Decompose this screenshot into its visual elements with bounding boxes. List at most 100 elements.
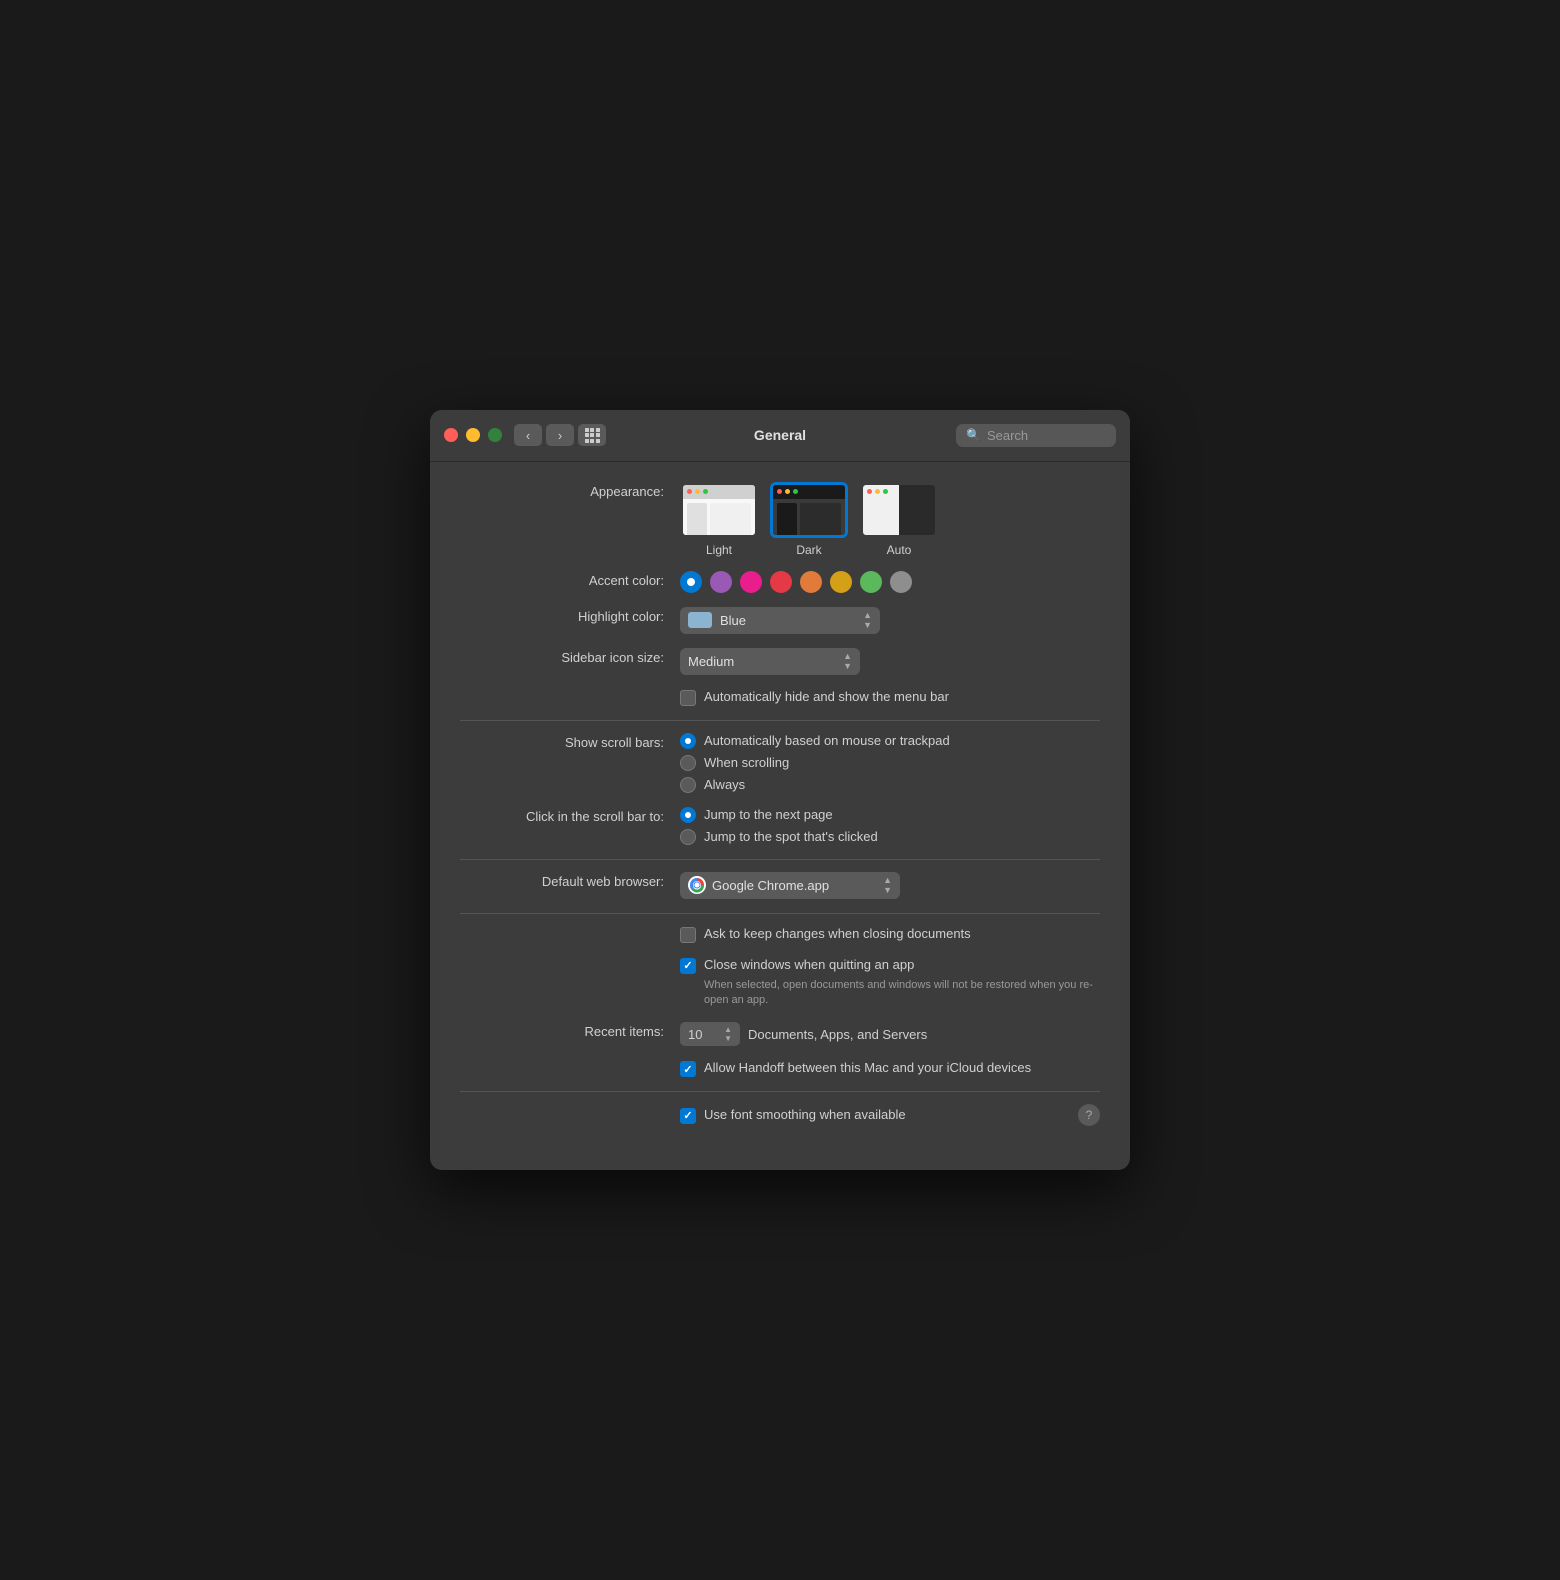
search-icon: 🔍 — [966, 428, 981, 442]
close-button[interactable] — [444, 428, 458, 442]
ask-keep-label — [460, 926, 680, 928]
recent-items-value: 10 — [688, 1027, 702, 1042]
ask-keep-row: Ask to keep changes when closing documen… — [460, 926, 1100, 943]
click-scroll-row: Click in the scroll bar to: Jump to the … — [460, 807, 1100, 845]
ask-keep-checkbox[interactable] — [680, 927, 696, 943]
appearance-options: Light — [680, 482, 1100, 557]
dropdown-arrows-icon: ▲▼ — [863, 611, 872, 630]
menu-bar-label — [460, 689, 680, 691]
dark-label: Dark — [796, 543, 821, 557]
light-label: Light — [706, 543, 732, 557]
accent-red[interactable] — [770, 571, 792, 593]
search-placeholder: Search — [987, 428, 1028, 443]
accent-color-row: Accent color: — [460, 571, 1100, 593]
default-browser-label: Default web browser: — [460, 872, 680, 889]
nav-buttons: ‹ › — [514, 424, 574, 446]
handoff-checkbox[interactable] — [680, 1061, 696, 1077]
menu-bar-checkbox-label: Automatically hide and show the menu bar — [704, 689, 949, 704]
menu-bar-checkbox-row: Automatically hide and show the menu bar — [680, 689, 1100, 706]
accent-green[interactable] — [860, 571, 882, 593]
menu-bar-row: Automatically hide and show the menu bar — [460, 689, 1100, 706]
system-preferences-window: ‹ › General 🔍 Search Appearance: — [430, 410, 1130, 1171]
font-smoothing-content: Use font smoothing when available ? — [680, 1104, 1100, 1126]
close-windows-label — [460, 957, 680, 959]
accent-color-content — [680, 571, 1100, 593]
font-smoothing-checkbox[interactable] — [680, 1108, 696, 1124]
scroll-when-radio[interactable] — [680, 755, 696, 771]
accent-graphite[interactable] — [890, 571, 912, 593]
titlebar: ‹ › General 🔍 Search — [430, 410, 1130, 462]
highlight-swatch — [688, 612, 712, 628]
close-windows-checkbox[interactable] — [680, 958, 696, 974]
browser-dropdown-arrows-icon: ▲▼ — [883, 876, 892, 895]
divider-1 — [460, 720, 1100, 721]
handoff-checkbox-label: Allow Handoff between this Mac and your … — [704, 1060, 1031, 1075]
handoff-content: Allow Handoff between this Mac and your … — [680, 1060, 1100, 1077]
close-windows-content: Close windows when quitting an app When … — [680, 957, 1100, 1009]
appearance-auto[interactable]: Auto — [860, 482, 938, 557]
default-browser-dropdown[interactable]: Google Chrome.app ▲▼ — [680, 872, 900, 899]
menu-bar-checkbox[interactable] — [680, 690, 696, 706]
scroll-auto-radio-row[interactable]: Automatically based on mouse or trackpad — [680, 733, 1100, 749]
window-title: General — [754, 427, 806, 443]
click-next-radio[interactable] — [680, 807, 696, 823]
sidebar-icon-size-dropdown[interactable]: Medium ▲▼ — [680, 648, 860, 675]
menu-bar-content: Automatically hide and show the menu bar — [680, 689, 1100, 706]
scroll-auto-radio[interactable] — [680, 733, 696, 749]
scroll-always-radio[interactable] — [680, 777, 696, 793]
font-smoothing-checkbox-row: Use font smoothing when available — [680, 1107, 1078, 1124]
divider-2 — [460, 859, 1100, 860]
close-windows-checkbox-label: Close windows when quitting an app — [704, 957, 914, 972]
scroll-bars-row: Show scroll bars: Automatically based on… — [460, 733, 1100, 793]
scroll-bars-label: Show scroll bars: — [460, 733, 680, 750]
click-next-label: Jump to the next page — [704, 807, 833, 822]
scroll-auto-label: Automatically based on mouse or trackpad — [704, 733, 950, 748]
light-thumb — [680, 482, 758, 538]
recent-items-content: 10 ▲▼ Documents, Apps, and Servers — [680, 1022, 1100, 1046]
font-smoothing-label — [460, 1104, 680, 1106]
appearance-content: Light — [680, 482, 1100, 557]
recent-items-description: Documents, Apps, and Servers — [748, 1027, 927, 1042]
content-area: Appearance: — [430, 462, 1130, 1171]
sidebar-icon-size-content: Medium ▲▼ — [680, 648, 1100, 675]
recent-items-stepper[interactable]: 10 ▲▼ — [680, 1022, 740, 1046]
browser-value: Google Chrome.app — [712, 878, 829, 893]
highlight-color-dropdown[interactable]: Blue ▲▼ — [680, 607, 880, 634]
scroll-when-radio-row[interactable]: When scrolling — [680, 755, 1100, 771]
ask-keep-content: Ask to keep changes when closing documen… — [680, 926, 1100, 943]
accent-yellow[interactable] — [830, 571, 852, 593]
scroll-always-radio-row[interactable]: Always — [680, 777, 1100, 793]
accent-blue[interactable] — [680, 571, 702, 593]
search-box[interactable]: 🔍 Search — [956, 424, 1116, 447]
appearance-row: Appearance: — [460, 482, 1100, 557]
appearance-label: Appearance: — [460, 482, 680, 499]
browser-inner: Google Chrome.app — [688, 876, 829, 894]
highlight-color-content: Blue ▲▼ — [680, 607, 1100, 634]
grid-view-button[interactable] — [578, 424, 606, 446]
handoff-label — [460, 1060, 680, 1062]
font-smoothing-bottom: Use font smoothing when available ? — [680, 1104, 1100, 1126]
appearance-light[interactable]: Light — [680, 482, 758, 557]
click-spot-radio[interactable] — [680, 829, 696, 845]
accent-pink[interactable] — [740, 571, 762, 593]
scroll-bars-content: Automatically based on mouse or trackpad… — [680, 733, 1100, 793]
click-scroll-label: Click in the scroll bar to: — [460, 807, 680, 824]
back-button[interactable]: ‹ — [514, 424, 542, 446]
accent-orange[interactable] — [800, 571, 822, 593]
click-spot-radio-row[interactable]: Jump to the spot that's clicked — [680, 829, 1100, 845]
click-next-radio-row[interactable]: Jump to the next page — [680, 807, 1100, 823]
accent-purple[interactable] — [710, 571, 732, 593]
accent-color-label: Accent color: — [460, 571, 680, 588]
maximize-button[interactable] — [488, 428, 502, 442]
traffic-lights — [444, 428, 502, 442]
help-button[interactable]: ? — [1078, 1104, 1100, 1126]
forward-button[interactable]: › — [546, 424, 574, 446]
recent-items-row: Recent items: 10 ▲▼ Documents, Apps, and… — [460, 1022, 1100, 1046]
auto-thumb — [860, 482, 938, 538]
dark-thumb — [770, 482, 848, 538]
minimize-button[interactable] — [466, 428, 480, 442]
appearance-dark[interactable]: Dark — [770, 482, 848, 557]
close-windows-row: Close windows when quitting an app When … — [460, 957, 1100, 1009]
font-smoothing-row: Use font smoothing when available ? — [460, 1104, 1100, 1126]
close-windows-checkbox-row: Close windows when quitting an app — [680, 957, 1100, 974]
